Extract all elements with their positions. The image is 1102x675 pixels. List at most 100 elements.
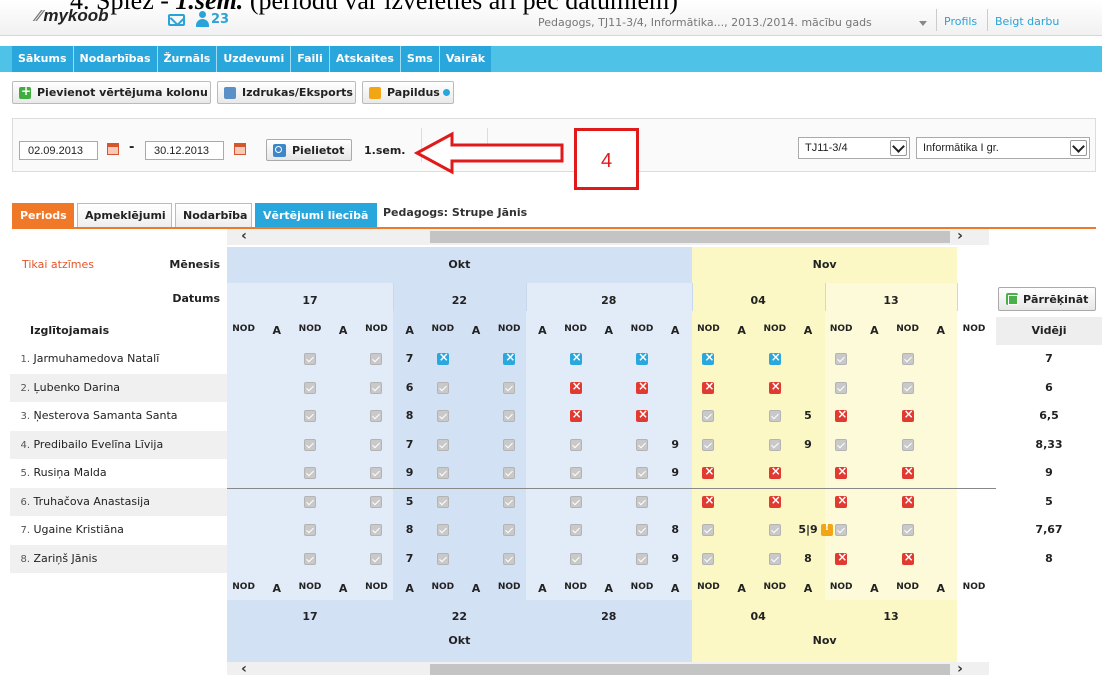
check-icon[interactable] — [835, 524, 848, 536]
calendar-icon[interactable] — [234, 143, 246, 155]
subject-select[interactable]: Informātika I gr. — [916, 137, 1090, 159]
check-icon[interactable] — [569, 438, 582, 451]
check-icon[interactable] — [569, 552, 582, 565]
red-x-icon[interactable] — [569, 379, 582, 394]
column-type-header[interactable]: NOD — [559, 582, 592, 592]
check-icon[interactable] — [304, 552, 316, 565]
column-type-header[interactable]: NOD — [360, 324, 393, 334]
column-type-header[interactable]: A — [526, 582, 559, 595]
column-type-header[interactable]: A — [659, 324, 692, 337]
check-icon[interactable] — [436, 410, 449, 422]
grade-value[interactable]: 8 — [393, 523, 426, 536]
check-icon[interactable] — [636, 467, 648, 479]
check-icon[interactable] — [304, 467, 316, 479]
column-type-header[interactable]: NOD — [692, 324, 725, 334]
chevron-right-icon[interactable]: › — [953, 662, 967, 675]
red-x-icon[interactable] — [901, 464, 914, 479]
chevron-right-icon[interactable]: › — [953, 229, 967, 245]
chevron-left-icon[interactable]: ‹ — [237, 662, 251, 675]
check-icon[interactable] — [702, 524, 715, 536]
check-icon[interactable] — [901, 524, 914, 536]
column-type-header[interactable]: NOD — [825, 324, 858, 334]
column-type-header[interactable]: NOD — [692, 582, 725, 592]
check-icon[interactable] — [304, 410, 316, 422]
profile-link[interactable]: Profils — [936, 9, 984, 31]
grade-value[interactable]: 7 — [393, 352, 426, 365]
check-icon[interactable] — [370, 438, 383, 451]
student-name[interactable]: 6. Truhačova Anastasija — [10, 495, 149, 508]
red-x-icon[interactable] — [636, 379, 648, 394]
check-icon[interactable] — [569, 495, 582, 508]
nav-item-1[interactable]: Nodarbības — [74, 46, 158, 72]
check-icon[interactable] — [370, 410, 383, 422]
column-type-header[interactable]: A — [260, 324, 293, 337]
column-type-header[interactable]: NOD — [891, 324, 924, 334]
horizontal-scrollbar[interactable]: ‹ › — [227, 662, 989, 675]
red-x-icon[interactable] — [835, 464, 847, 479]
red-x-icon[interactable] — [768, 379, 781, 394]
nav-item-6[interactable]: Sms — [401, 46, 440, 72]
check-icon[interactable] — [835, 438, 848, 451]
student-name[interactable]: 3. Ņesterova Samanta Santa — [10, 409, 177, 422]
check-icon[interactable] — [503, 495, 516, 508]
grade-value[interactable]: 7 — [393, 438, 426, 451]
red-x-icon[interactable] — [835, 493, 847, 508]
blue-x-icon[interactable] — [768, 350, 781, 365]
red-x-icon[interactable] — [901, 493, 914, 508]
check-icon[interactable] — [768, 552, 781, 565]
column-type-header[interactable]: NOD — [227, 324, 260, 334]
check-icon[interactable] — [636, 438, 648, 451]
column-type-header[interactable]: A — [393, 324, 426, 337]
grade-value[interactable]: 9 — [659, 466, 692, 479]
warning-icon[interactable] — [820, 522, 833, 536]
check-icon[interactable] — [370, 381, 383, 394]
grade-value[interactable]: 8 — [791, 552, 824, 565]
red-x-icon[interactable] — [702, 493, 714, 508]
add-grade-column-button[interactable]: Pievienot vērtējuma kolonu — [12, 81, 211, 104]
student-name[interactable]: 7. Ugaine Kristiāna — [10, 523, 123, 536]
grade-value[interactable]: 9 — [393, 466, 426, 479]
check-icon[interactable] — [503, 524, 516, 536]
context-selector[interactable]: Pedagogs, TJ11-3/4, Informātika..., 2013… — [538, 16, 872, 29]
nav-item-3[interactable]: Uzdevumi — [217, 46, 292, 72]
nav-item-5[interactable]: Atskaites — [330, 46, 401, 72]
column-type-header[interactable]: A — [725, 324, 758, 337]
chevron-down-icon[interactable] — [890, 140, 907, 156]
grade-value[interactable]: 6 — [393, 381, 426, 394]
check-icon[interactable] — [503, 438, 516, 451]
check-icon[interactable] — [370, 495, 383, 508]
column-type-header[interactable]: A — [791, 582, 824, 595]
nav-item-4[interactable]: Faili — [291, 46, 330, 72]
more-button[interactable]: Papildus — [362, 81, 454, 104]
check-icon[interactable] — [636, 552, 648, 565]
check-icon[interactable] — [503, 552, 516, 565]
grade-value[interactable]: 5 — [791, 409, 824, 422]
column-type-header[interactable]: NOD — [891, 582, 924, 592]
date-from-input[interactable]: 02.09.2013 — [19, 141, 98, 160]
check-icon[interactable] — [503, 381, 516, 394]
column-type-header[interactable]: NOD — [957, 324, 990, 334]
column-type-header[interactable]: A — [459, 582, 492, 595]
column-type-header[interactable]: A — [791, 324, 824, 337]
recalculate-button[interactable]: Pārrēķināt — [998, 287, 1096, 311]
semester-link[interactable]: 1.sem. — [364, 144, 405, 157]
chevron-left-icon[interactable]: ‹ — [237, 229, 251, 245]
column-type-header[interactable]: NOD — [625, 324, 658, 334]
tab-periods[interactable]: Periods — [12, 203, 74, 227]
check-icon[interactable] — [304, 381, 316, 394]
column-type-header[interactable]: NOD — [957, 582, 990, 592]
column-type-header[interactable]: NOD — [493, 324, 526, 334]
check-icon[interactable] — [436, 552, 449, 565]
column-type-header[interactable]: NOD — [825, 582, 858, 592]
blue-x-icon[interactable] — [569, 350, 582, 365]
student-name[interactable]: 1. Jarmuhamedova Natalī — [10, 352, 159, 365]
nav-item-2[interactable]: Žurnāls — [158, 46, 218, 72]
grade-value[interactable]: 9 — [659, 552, 692, 565]
column-type-header[interactable]: NOD — [758, 324, 791, 334]
column-type-header[interactable]: A — [592, 324, 625, 337]
column-type-header[interactable]: NOD — [559, 324, 592, 334]
column-type-header[interactable]: NOD — [293, 324, 326, 334]
grade-value[interactable]: 8 — [659, 523, 692, 536]
column-type-header[interactable]: NOD — [758, 582, 791, 592]
check-icon[interactable] — [503, 467, 516, 479]
